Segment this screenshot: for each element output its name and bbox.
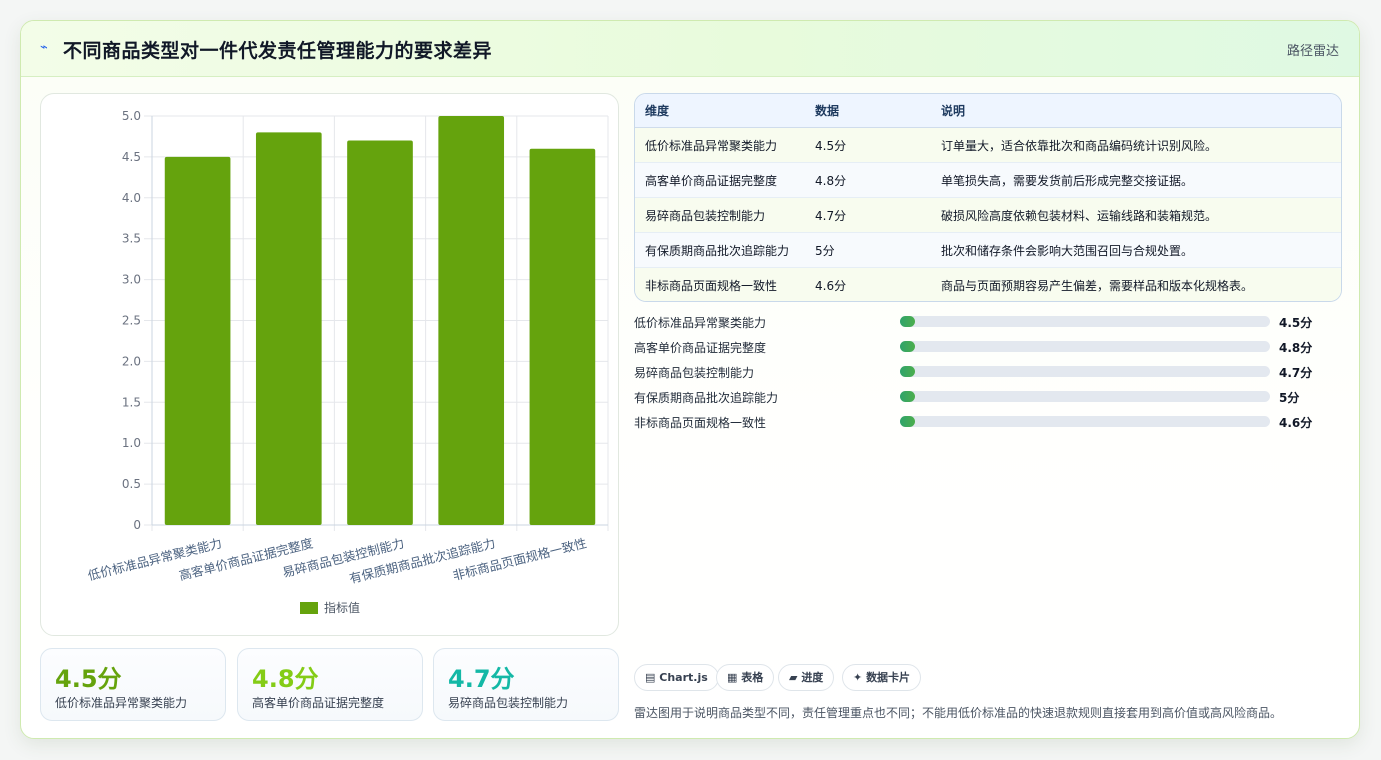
cell-description: 破损风险高度依赖包装材料、运输线路和装箱规范。 bbox=[931, 197, 1341, 233]
chip-label: 进度 bbox=[801, 671, 824, 684]
progress-label: 易碎商品包装控制能力 bbox=[634, 366, 755, 380]
progress-row: 高客单价商品证据完整度 4.8分 bbox=[634, 337, 1334, 357]
progress-row: 低价标准品异常聚类能力 4.5分 bbox=[634, 312, 1334, 332]
cell-description: 单笔损失高，需要发货前后形成完整交接证据。 bbox=[931, 162, 1341, 198]
kpi-label: 高客单价商品证据完整度 bbox=[252, 696, 385, 710]
progress-fill bbox=[900, 391, 915, 402]
cell-data: 4.5分 bbox=[805, 127, 931, 163]
column-header-description: 说明 bbox=[931, 94, 1341, 128]
progress-value: 4.5分 bbox=[1279, 316, 1313, 330]
y-tick-label: 4.0 bbox=[122, 191, 141, 205]
chip-data-card[interactable]: ✦ 数据卡片 bbox=[842, 664, 922, 691]
bar bbox=[164, 156, 231, 525]
table-icon: ▦ bbox=[727, 671, 738, 684]
kpi-value: 4.8分 bbox=[252, 665, 319, 693]
chip-label: Chart.js bbox=[659, 671, 708, 684]
progress-fill bbox=[900, 366, 915, 377]
cell-description: 订单量大，适合依靠批次和商品编码统计识别风险。 bbox=[931, 127, 1341, 163]
column-header-dimension: 维度 bbox=[635, 94, 805, 128]
progress-value: 4.6分 bbox=[1279, 416, 1313, 430]
y-tick-label: 2.0 bbox=[122, 354, 141, 368]
y-tick-label: 1.5 bbox=[122, 395, 141, 409]
bar-chart: 00.51.01.52.02.53.03.54.04.55.0低价标准品异常聚类… bbox=[86, 109, 609, 615]
y-tick-label: 4.5 bbox=[122, 150, 141, 164]
y-tick-label: 2.5 bbox=[122, 314, 141, 328]
y-tick-label: 3.0 bbox=[122, 273, 141, 287]
table-header-row: 维度 数据 说明 bbox=[635, 94, 1341, 128]
progress-row: 非标商品页面规格一致性 4.6分 bbox=[634, 412, 1334, 432]
bar bbox=[255, 132, 322, 526]
y-tick-label: 1.0 bbox=[122, 436, 141, 450]
kpi-value: 4.5分 bbox=[55, 665, 122, 693]
kpi-label: 易碎商品包装控制能力 bbox=[448, 696, 569, 710]
y-tick-label: 0 bbox=[133, 518, 141, 532]
table-row: 高客单价商品证据完整度 4.8分 单笔损失高，需要发货前后形成完整交接证据。 bbox=[635, 162, 1341, 198]
progress-track bbox=[900, 366, 1270, 377]
chip-chartjs[interactable]: ▤ Chart.js bbox=[634, 664, 719, 691]
chip-progress[interactable]: ▰ 进度 bbox=[778, 664, 835, 691]
progress-value: 4.8分 bbox=[1279, 341, 1313, 355]
table-row: 非标商品页面规格一致性 4.6分 商品与页面预期容易产生偏差，需要样品和版本化规… bbox=[635, 267, 1341, 301]
progress-fill bbox=[900, 341, 915, 352]
kpi-label: 低价标准品异常聚类能力 bbox=[55, 696, 188, 710]
chip-label: 数据卡片 bbox=[866, 671, 911, 684]
cell-description: 批次和储存条件会影响大范围召回与合规处置。 bbox=[931, 232, 1341, 268]
chip-table[interactable]: ▦ 表格 bbox=[716, 664, 775, 691]
progress-fill bbox=[900, 416, 915, 427]
kpi-card-1: 4.5分 低价标准品异常聚类能力 bbox=[40, 648, 226, 721]
bar-chart-panel: 0 0.5 1.0 1.5 2.0 2.5 3.0 3.5 4.0 4.5 5.0 低价标准品异常聚类… bbox=[40, 93, 619, 636]
column-header-data: 数据 bbox=[805, 94, 931, 128]
progress-track bbox=[900, 416, 1270, 427]
card-header: ⌁ 不同商品类型对一件代发责任管理能力的要求差异 路径雷达 bbox=[21, 21, 1359, 77]
header-tag[interactable]: 路径雷达 bbox=[1287, 40, 1339, 59]
chip-label: 表格 bbox=[741, 671, 764, 684]
cell-data: 5分 bbox=[805, 232, 931, 268]
y-tick-label: 5.0 bbox=[122, 109, 141, 123]
bar bbox=[529, 148, 596, 525]
kpi-card-3: 4.7分 易碎商品包装控制能力 bbox=[433, 648, 619, 721]
cell-data: 4.8分 bbox=[805, 162, 931, 198]
cell-description: 商品与页面预期容易产生偏差，需要样品和版本化规格表。 bbox=[931, 267, 1341, 301]
progress-row: 易碎商品包装控制能力 4.7分 bbox=[634, 362, 1334, 382]
cell-data: 4.7分 bbox=[805, 197, 931, 233]
table-row: 易碎商品包装控制能力 4.7分 破损风险高度依赖包装材料、运输线路和装箱规范。 bbox=[635, 197, 1341, 233]
table-row: 低价标准品异常聚类能力 4.5分 订单量大，适合依靠批次和商品编码统计识别风险。 bbox=[635, 127, 1341, 163]
cell-dimension: 非标商品页面规格一致性 bbox=[635, 267, 805, 301]
page-title: 不同商品类型对一件代发责任管理能力的要求差异 bbox=[63, 40, 493, 62]
progress-track bbox=[900, 391, 1270, 402]
bar bbox=[438, 116, 505, 525]
progress-icon: ▰ bbox=[789, 671, 798, 684]
cell-dimension: 低价标准品异常聚类能力 bbox=[635, 127, 805, 163]
cell-dimension: 高客单价商品证据完整度 bbox=[635, 162, 805, 198]
kpi-card-2: 4.8分 高客单价商品证据完整度 bbox=[237, 648, 423, 721]
progress-label: 低价标准品异常聚类能力 bbox=[634, 316, 767, 330]
progress-label: 高客单价商品证据完整度 bbox=[634, 341, 767, 355]
progress-track bbox=[900, 316, 1270, 327]
table-row: 有保质期商品批次追踪能力 5分 批次和储存条件会影响大范围召回与合规处置。 bbox=[635, 232, 1341, 268]
progress-value: 5分 bbox=[1279, 391, 1300, 405]
legend-label: 指标值 bbox=[324, 600, 360, 615]
legend-swatch bbox=[300, 602, 318, 614]
progress-label: 有保质期商品批次追踪能力 bbox=[634, 391, 779, 405]
progress-fill bbox=[900, 316, 915, 327]
cell-dimension: 易碎商品包装控制能力 bbox=[635, 197, 805, 233]
kpi-value: 4.7分 bbox=[448, 665, 515, 693]
progress-value: 4.7分 bbox=[1279, 366, 1313, 380]
y-tick-label: 3.5 bbox=[122, 232, 141, 246]
sparkle-icon: ✦ bbox=[853, 671, 863, 684]
data-table: 维度 数据 说明 低价标准品异常聚类能力 4.5分 订单量大，适合依靠批次和商品… bbox=[634, 93, 1342, 302]
bar bbox=[347, 140, 413, 525]
main-card: ⌁ 不同商品类型对一件代发责任管理能力的要求差异 路径雷达 0 0.5 1.0 1.5… bbox=[20, 20, 1360, 739]
progress-row: 有保质期商品批次追踪能力 5分 bbox=[634, 387, 1334, 407]
cell-data: 4.6分 bbox=[805, 267, 931, 301]
progress-label: 非标商品页面规格一致性 bbox=[634, 416, 767, 430]
footnote: 雷达图用于说明商品类型不同，责任管理重点也不同；不能用低价标准品的快速退款规则直… bbox=[634, 706, 1283, 720]
progress-track bbox=[900, 341, 1270, 352]
lightning-icon: ⌁ bbox=[40, 40, 48, 55]
cell-dimension: 有保质期商品批次追踪能力 bbox=[635, 232, 805, 268]
chart-icon: ▤ bbox=[645, 671, 656, 684]
y-tick-label: 0.5 bbox=[122, 477, 141, 491]
